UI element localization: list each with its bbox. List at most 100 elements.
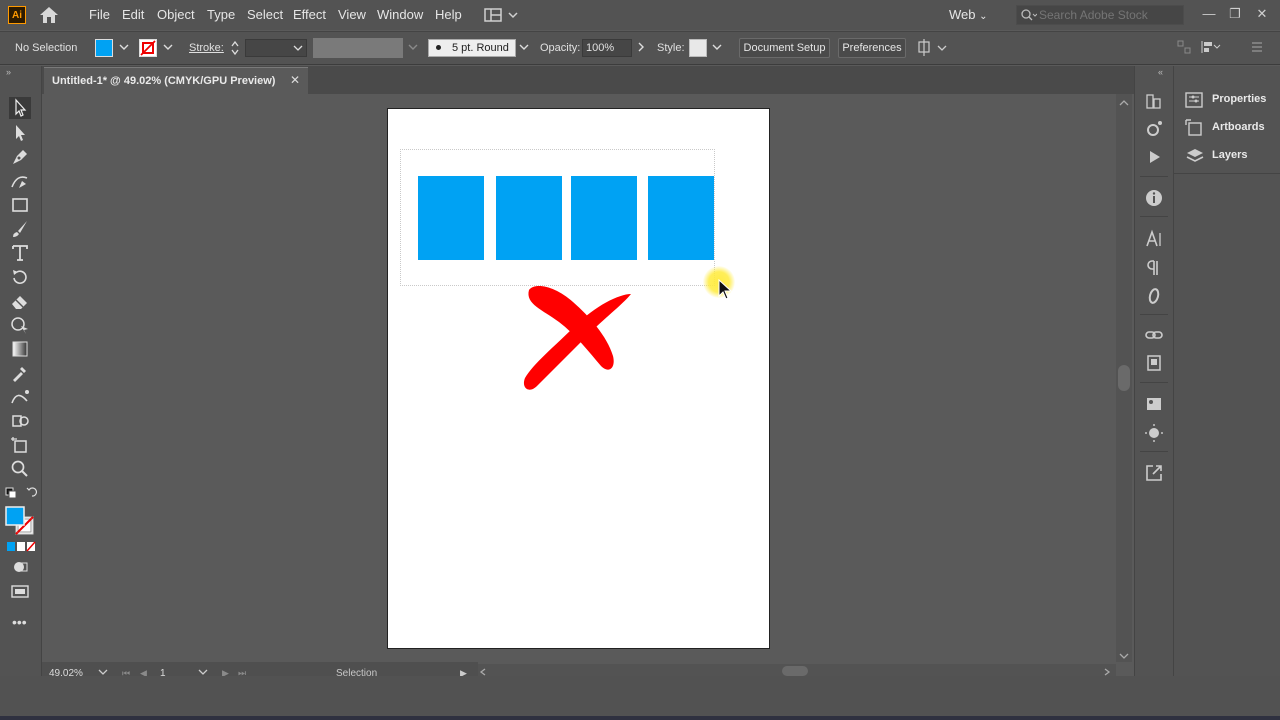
rectangle-tool-icon[interactable] [9, 194, 31, 216]
blue-rectangle[interactable] [571, 176, 637, 260]
search-input[interactable] [1039, 7, 1179, 23]
scroll-down-icon[interactable] [1118, 650, 1130, 660]
variable-width-profile[interactable] [313, 38, 403, 58]
menu-help[interactable]: Help [435, 7, 462, 22]
artboards-panel-tab[interactable]: Artboards [1185, 118, 1275, 138]
layers-label: Layers [1212, 149, 1248, 161]
stroke-weight-stepper[interactable] [229, 39, 241, 57]
appearance-sun-icon[interactable] [1144, 423, 1164, 443]
menu-file[interactable]: File [89, 7, 110, 22]
workspace-dropdown[interactable]: Web ⌄ [949, 7, 988, 22]
opentype-icon[interactable] [1144, 286, 1164, 306]
horizontal-scroll-thumb[interactable] [782, 666, 808, 676]
links-icon[interactable] [1144, 325, 1164, 345]
blue-rectangle[interactable] [648, 176, 714, 260]
divider [1140, 176, 1168, 177]
menu-type[interactable]: Type [207, 7, 235, 22]
screen-mode-icon[interactable] [10, 583, 32, 599]
preferences-button[interactable]: Preferences [838, 38, 906, 58]
scroll-right-icon[interactable] [1102, 666, 1112, 676]
artboard-tool-icon[interactable] [9, 434, 31, 456]
menu-effect[interactable]: Effect [293, 7, 326, 22]
chevron-down-icon[interactable] [162, 40, 174, 54]
zoom-tool-icon[interactable] [9, 458, 31, 480]
collapse-panel-icon[interactable]: » [6, 67, 11, 77]
properties-label: Properties [1212, 93, 1267, 105]
chevron-down-icon[interactable] [198, 666, 208, 676]
blue-rectangle[interactable] [418, 176, 484, 260]
menu-edit[interactable]: Edit [122, 7, 144, 22]
actions-play-icon[interactable] [1144, 147, 1164, 167]
eraser-tool-icon[interactable] [9, 290, 31, 312]
divider [1140, 382, 1168, 383]
rotate-tool-icon[interactable] [9, 266, 31, 288]
type-tool-icon[interactable] [9, 242, 31, 264]
info-icon[interactable] [1144, 188, 1164, 208]
menu-window[interactable]: Window [377, 7, 423, 22]
menu-select[interactable]: Select [247, 7, 283, 22]
close-window-icon[interactable]: ✕ [1251, 4, 1273, 24]
selection-tool-icon[interactable] [9, 97, 31, 119]
fill-stroke-indicator[interactable] [5, 506, 35, 536]
chevron-down-icon [293, 45, 303, 51]
chevron-down-icon[interactable] [711, 40, 723, 54]
minimize-icon[interactable]: — [1198, 4, 1220, 24]
arrange-documents-icon[interactable] [483, 6, 523, 24]
vertical-scroll-thumb[interactable] [1118, 365, 1130, 391]
chevron-down-icon[interactable] [407, 40, 419, 54]
blend-tool-icon[interactable] [9, 386, 31, 408]
document-info-icon[interactable] [1144, 353, 1164, 373]
align-options-icon[interactable] [916, 38, 948, 58]
gradient-tool-icon[interactable] [9, 338, 31, 360]
properties-icon [1185, 92, 1203, 108]
align-icon[interactable] [1200, 39, 1222, 55]
curvature-tool-icon[interactable] [9, 170, 31, 192]
panel-menu-icon[interactable] [1250, 40, 1264, 54]
character-icon[interactable] [1144, 229, 1164, 249]
document-tab-title: Untitled-1* @ 49.02% (CMYK/GPU Preview) [52, 75, 276, 87]
pen-tool-icon[interactable] [9, 146, 31, 168]
default-swap-colors-icon[interactable] [5, 486, 38, 500]
paragraph-icon[interactable] [1144, 258, 1164, 278]
home-icon[interactable] [38, 5, 60, 25]
image-trace-icon[interactable] [1144, 394, 1164, 414]
properties-panel-tab[interactable]: Properties [1185, 90, 1275, 110]
red-cross-mark-icon [515, 280, 640, 395]
document-tab[interactable]: Untitled-1* @ 49.02% (CMYK/GPU Preview) … [44, 67, 308, 94]
eyedropper-tool-icon[interactable] [9, 362, 31, 384]
menu-object[interactable]: Object [157, 7, 195, 22]
export-icon[interactable] [1144, 463, 1164, 483]
search-stock-box[interactable] [1016, 5, 1184, 25]
fill-swatch[interactable] [95, 39, 113, 57]
libraries-icon[interactable] [1144, 91, 1164, 111]
chevron-down-icon[interactable] [118, 40, 130, 54]
scroll-left-icon[interactable] [478, 666, 488, 676]
transform-icon[interactable] [1176, 39, 1192, 55]
drawing-mode-icon[interactable] [12, 559, 30, 575]
chevron-down-icon[interactable] [518, 40, 530, 54]
graphic-style-swatch[interactable] [689, 39, 707, 57]
close-tab-icon[interactable]: ✕ [290, 73, 300, 87]
symbol-sprayer-tool-icon[interactable] [9, 410, 31, 432]
stroke-label[interactable]: Stroke: [189, 42, 224, 54]
brush-definition-field[interactable]: 5 pt. Round [428, 39, 516, 57]
scroll-up-icon[interactable] [1118, 97, 1130, 107]
collapse-strip-icon[interactable]: « [1158, 67, 1163, 77]
chevron-right-icon[interactable] [636, 40, 646, 54]
layers-panel-tab[interactable]: Layers [1185, 146, 1275, 166]
shape-builder-tool-icon[interactable] [9, 314, 31, 336]
opacity-field[interactable]: 100% [582, 39, 632, 57]
color-mode-icons[interactable] [6, 541, 36, 552]
blue-rectangle[interactable] [496, 176, 562, 260]
paintbrush-tool-icon[interactable] [9, 218, 31, 240]
edit-toolbar-icon[interactable]: ••• [12, 614, 27, 630]
stroke-swatch[interactable] [139, 39, 157, 57]
bottom-area [0, 676, 1280, 720]
stroke-weight-field[interactable] [245, 39, 307, 57]
direct-selection-tool-icon[interactable] [9, 122, 31, 144]
restore-icon[interactable]: ❐ [1224, 4, 1246, 24]
document-setup-button[interactable]: Document Setup [739, 38, 830, 58]
menu-view[interactable]: View [338, 7, 366, 22]
chevron-down-icon[interactable] [98, 666, 108, 676]
asset-export-icon[interactable] [1144, 119, 1164, 139]
